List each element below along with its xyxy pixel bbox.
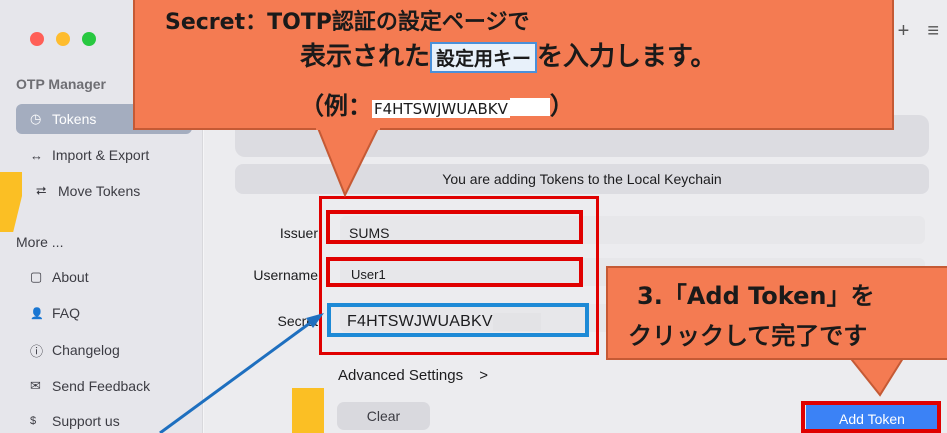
sidebar-app-title: OTP Manager — [16, 76, 106, 92]
add-icon[interactable]: + — [898, 20, 910, 43]
issuer-label: Issuer — [279, 225, 318, 241]
secret-callout-line2-pre: 表示された — [300, 42, 431, 72]
sidebar-item-support-us[interactable]: $ Support us — [16, 406, 192, 433]
sidebar-item-move-tokens[interactable]: ⮂ Move Tokens — [16, 176, 192, 206]
secret-label: Secret — [277, 313, 318, 329]
sidebar-item-faq[interactable]: 👤 FAQ — [16, 298, 192, 328]
info-icon: ⓘ — [30, 343, 44, 359]
example-mask — [509, 98, 550, 116]
minimize-window-button[interactable] — [56, 32, 70, 46]
filter-icon[interactable]: ≡ — [927, 20, 939, 43]
sidebar-item-label: Tokens — [52, 111, 97, 127]
sidebar-item-send-feedback[interactable]: ✉ Send Feedback — [16, 371, 192, 401]
sidebar-item-label: About — [52, 269, 89, 285]
close-window-button[interactable] — [30, 32, 44, 46]
secret-callout-line3: （例： F4HTSWJWUABKV ） — [300, 86, 574, 121]
add-callout-line1: 3.「Add Token」を — [637, 282, 875, 310]
sidebar-item-label: Support us — [52, 413, 120, 429]
sidebar-panel-icon: ▢ — [30, 269, 43, 284]
add-callout-line2: クリックして完了です — [628, 322, 868, 350]
zoom-window-button[interactable] — [82, 32, 96, 46]
key-tag: 設定用キー — [430, 42, 538, 73]
sidebar-more-title: More ... — [16, 234, 64, 250]
secret-highlight-box — [327, 303, 589, 337]
secret-callout-line2: 表示された 設定用キー を入力します。 — [300, 36, 716, 73]
person-question-icon: 👤 — [30, 307, 44, 320]
window-controls — [30, 32, 96, 46]
advanced-settings-toggle[interactable]: Advanced Settings > — [338, 367, 488, 384]
secret-callout-line3-post: ） — [549, 92, 574, 120]
sidebar-item-label: FAQ — [52, 305, 81, 321]
secret-callout-line2-post: を入力します。 — [537, 42, 717, 72]
clear-button[interactable]: Clear — [337, 402, 430, 430]
secret-example: F4HTSWJWUABKV — [372, 100, 510, 118]
issuer-highlight-box — [326, 210, 583, 244]
advanced-settings-label: Advanced Settings — [338, 367, 464, 384]
add-token-highlight-box — [801, 401, 941, 433]
envelope-icon: ✉ — [30, 378, 41, 393]
arrows-horizontal-icon: ↔ — [30, 147, 43, 163]
clock-icon: ◷ — [30, 111, 42, 126]
sidebar-item-label: Import & Export — [52, 147, 150, 163]
secret-callout-line3-pre: （例： — [300, 92, 372, 120]
keychain-banner: You are adding Tokens to the Local Keych… — [235, 164, 929, 194]
chevron-right-icon: > — [479, 367, 489, 384]
secret-callout-line1: Secret：TOTP認証の設定ページで — [165, 10, 530, 35]
sidebar-item-label: Move Tokens — [58, 183, 141, 199]
sidebar-item-label: Changelog — [52, 342, 120, 358]
toolbar: + ≡ — [898, 20, 939, 43]
move-icon: ⮂ — [36, 183, 47, 198]
sidebar-item-label: Send Feedback — [52, 378, 151, 394]
dollar-circle-icon: $ — [30, 415, 37, 427]
annotation-marker — [292, 388, 324, 433]
sidebar-item-about[interactable]: ▢ About — [16, 262, 192, 292]
username-highlight-box — [326, 257, 583, 287]
sidebar-item-changelog[interactable]: ⓘ Changelog — [16, 335, 192, 365]
username-label: Username — [253, 267, 318, 283]
app-window: OTP Manager ◷ Tokens ↔ Import & Export ⮂… — [0, 0, 947, 433]
sidebar-item-import-export[interactable]: ↔ Import & Export — [16, 140, 192, 170]
